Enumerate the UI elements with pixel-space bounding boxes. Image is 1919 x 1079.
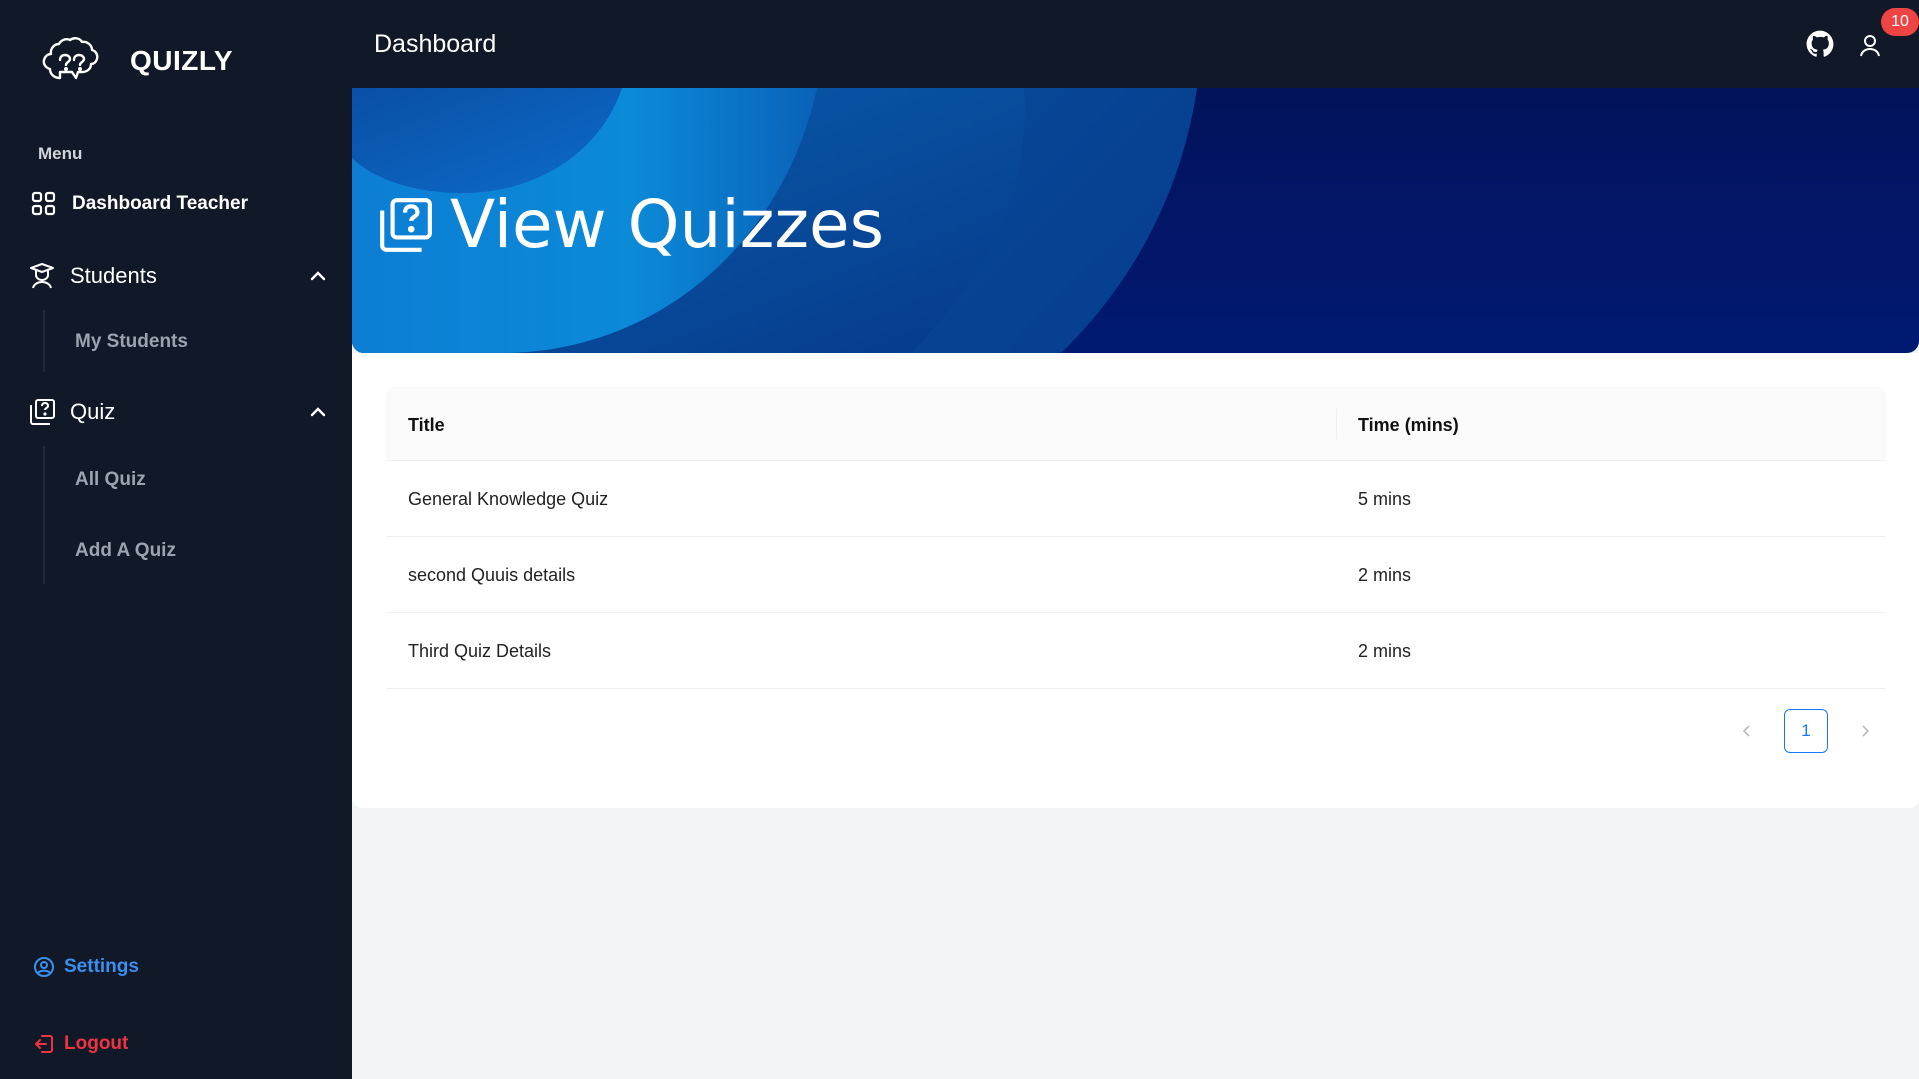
page-number-button[interactable]: 1 [1784, 709, 1828, 753]
submenu-line [43, 446, 45, 584]
chevron-left-icon [1742, 725, 1750, 737]
page-banner: View Quizzes [352, 88, 1919, 353]
quiz-title-cell: General Knowledge Quiz [408, 489, 609, 509]
banner-title-text: View Quizzes [450, 186, 884, 263]
logout-button[interactable]: Logout [30, 1030, 128, 1058]
quiz-table-card: Title Time (mins) General Knowledge Quiz… [352, 353, 1919, 808]
sidebar-item-all-quiz[interactable]: All Quiz [75, 469, 146, 491]
top-header: Dashboard 10 [352, 0, 1919, 88]
sidebar-item-quiz[interactable]: Quiz [28, 398, 328, 426]
table-row[interactable]: General Knowledge Quiz 5 mins [386, 461, 1886, 537]
pagination: 1 [1732, 709, 1880, 753]
graduation-user-icon [28, 262, 56, 290]
brand[interactable]: QUIZLY [40, 32, 233, 90]
menu-label: Menu [38, 144, 83, 163]
column-divider [1336, 409, 1337, 439]
question-book-icon [28, 398, 56, 426]
table-row[interactable]: Third Quiz Details 2 mins [386, 613, 1886, 689]
page-title: Dashboard [374, 30, 497, 58]
sidebar-item-my-students[interactable]: My Students [75, 331, 188, 353]
user-gear-icon [30, 953, 58, 981]
prev-page-button[interactable] [1732, 716, 1762, 746]
github-icon[interactable] [1806, 30, 1834, 58]
column-header-title[interactable]: Title [408, 415, 445, 436]
quiz-time-cell: 5 mins [1358, 489, 1412, 509]
quiz-title-cell: Third Quiz Details [408, 641, 552, 661]
quiz-title-cell: second Quuis details [408, 565, 576, 585]
sidebar-item-label: Quiz [70, 399, 116, 424]
banner-title: View Quizzes [376, 186, 884, 263]
brand-name: QUIZLY [130, 45, 234, 76]
grid-icon [30, 190, 58, 218]
user-menu-button[interactable] [1852, 28, 1888, 64]
brain-question-icon [42, 37, 99, 80]
sidebar-item-dashboard[interactable]: Dashboard Teacher [30, 190, 248, 218]
sidebar-item-label: Dashboard Teacher [72, 193, 248, 214]
table-header: Title Time (mins) [386, 387, 1886, 461]
sidebar-item-students[interactable]: Students [28, 262, 328, 290]
submenu-line [43, 310, 45, 372]
user-icon [1860, 35, 1880, 57]
sidebar-item-label: Logout [64, 1033, 129, 1054]
chevron-right-icon [1862, 725, 1870, 737]
next-page-button[interactable] [1850, 716, 1880, 746]
quiz-time-cell: 2 mins [1358, 565, 1412, 585]
logout-icon [30, 1030, 58, 1058]
question-book-icon [380, 197, 432, 252]
sidebar: QUIZLY Menu Dashboard Teacher Students M… [0, 0, 352, 1079]
sidebar-item-label: Students [70, 263, 157, 288]
chevron-up-icon[interactable] [308, 402, 328, 422]
sidebar-item-add-quiz[interactable]: Add A Quiz [75, 540, 176, 562]
table-row[interactable]: second Quuis details 2 mins [386, 537, 1886, 613]
quiz-time-cell: 2 mins [1358, 641, 1412, 661]
sidebar-item-label: Settings [64, 956, 139, 977]
quiz-table: Title Time (mins) General Knowledge Quiz… [386, 387, 1886, 689]
chevron-up-icon[interactable] [308, 266, 328, 286]
column-header-time[interactable]: Time (mins) [1358, 415, 1459, 436]
notification-badge: 10 [1881, 8, 1919, 36]
sidebar-item-settings[interactable]: Settings [30, 953, 139, 981]
